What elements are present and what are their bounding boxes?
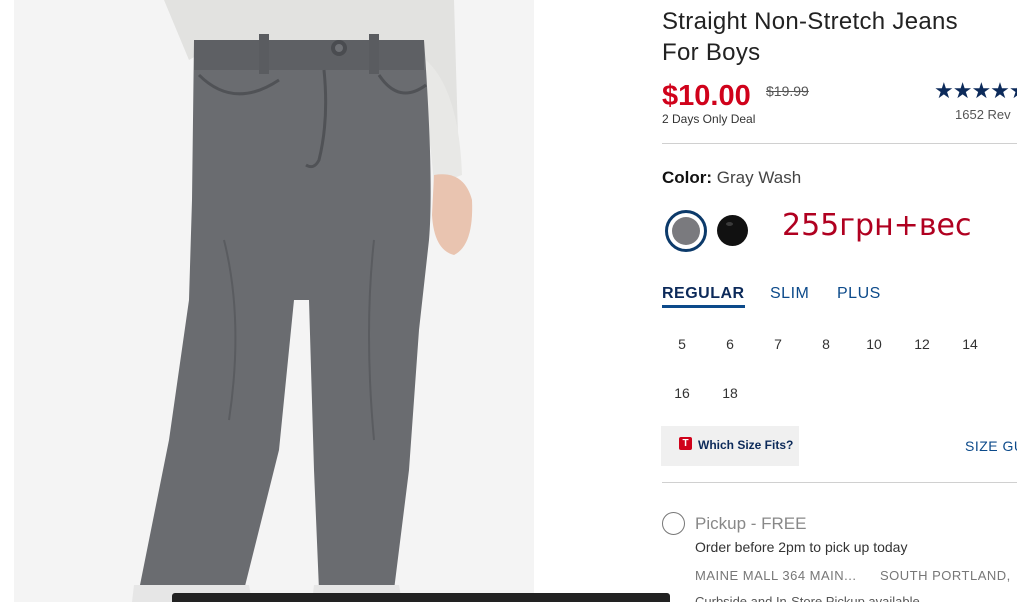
price-annotation: 255грн+вес [782, 208, 972, 243]
size-option[interactable]: 18 [715, 385, 745, 401]
size-option[interactable]: 6 [715, 336, 745, 352]
image-scrollbar[interactable] [172, 593, 670, 602]
size-guide-link[interactable]: SIZE GU [965, 438, 1017, 454]
reviews-link[interactable]: 1652 Rev [955, 107, 1011, 122]
which-size-fits-button[interactable]: T Which Size Fits? [661, 426, 799, 466]
color-label: Color: [662, 168, 713, 187]
original-price: $19.99 [766, 83, 809, 99]
color-label-row: Color: Gray Wash [662, 168, 801, 188]
pickup-radio[interactable] [662, 512, 685, 535]
swatch-gray-wash[interactable] [665, 210, 707, 252]
sale-price: $10.00 [662, 80, 751, 112]
jeans-illustration [14, 0, 534, 602]
size-option[interactable]: 14 [955, 336, 985, 352]
swatch-black[interactable] [717, 215, 748, 246]
pickup-label[interactable]: Pickup - FREE [695, 514, 806, 534]
divider [662, 143, 1017, 144]
which-size-fits-label: Which Size Fits? [698, 438, 794, 452]
rating-stars-icon[interactable]: ★★★★★ [934, 78, 1017, 104]
product-image[interactable] [14, 0, 534, 602]
fit-tool-icon: T [679, 437, 692, 450]
tab-plus[interactable]: PLUS [837, 285, 881, 303]
product-title: Straight Non-Stretch Jeans For Boys [662, 8, 958, 66]
curbside-note: Curbside and In-Store Pickup available [695, 594, 920, 602]
tab-slim[interactable]: SLIM [770, 285, 809, 303]
size-option[interactable]: 7 [763, 336, 793, 352]
size-option[interactable]: 5 [667, 336, 697, 352]
store-name-link[interactable]: MAINE MALL 364 MAIN... [695, 568, 857, 583]
size-option[interactable]: 8 [811, 336, 841, 352]
store-city: SOUTH PORTLAND, [880, 568, 1011, 583]
size-option[interactable]: 12 [907, 336, 937, 352]
divider [662, 482, 1017, 483]
pickup-note: Order before 2pm to pick up today [695, 539, 908, 555]
deal-text: 2 Days Only Deal [662, 112, 756, 126]
size-option[interactable]: 16 [667, 385, 697, 401]
tab-regular[interactable]: REGULAR [662, 285, 745, 308]
color-value: Gray Wash [716, 168, 802, 187]
size-option[interactable]: 10 [859, 336, 889, 352]
